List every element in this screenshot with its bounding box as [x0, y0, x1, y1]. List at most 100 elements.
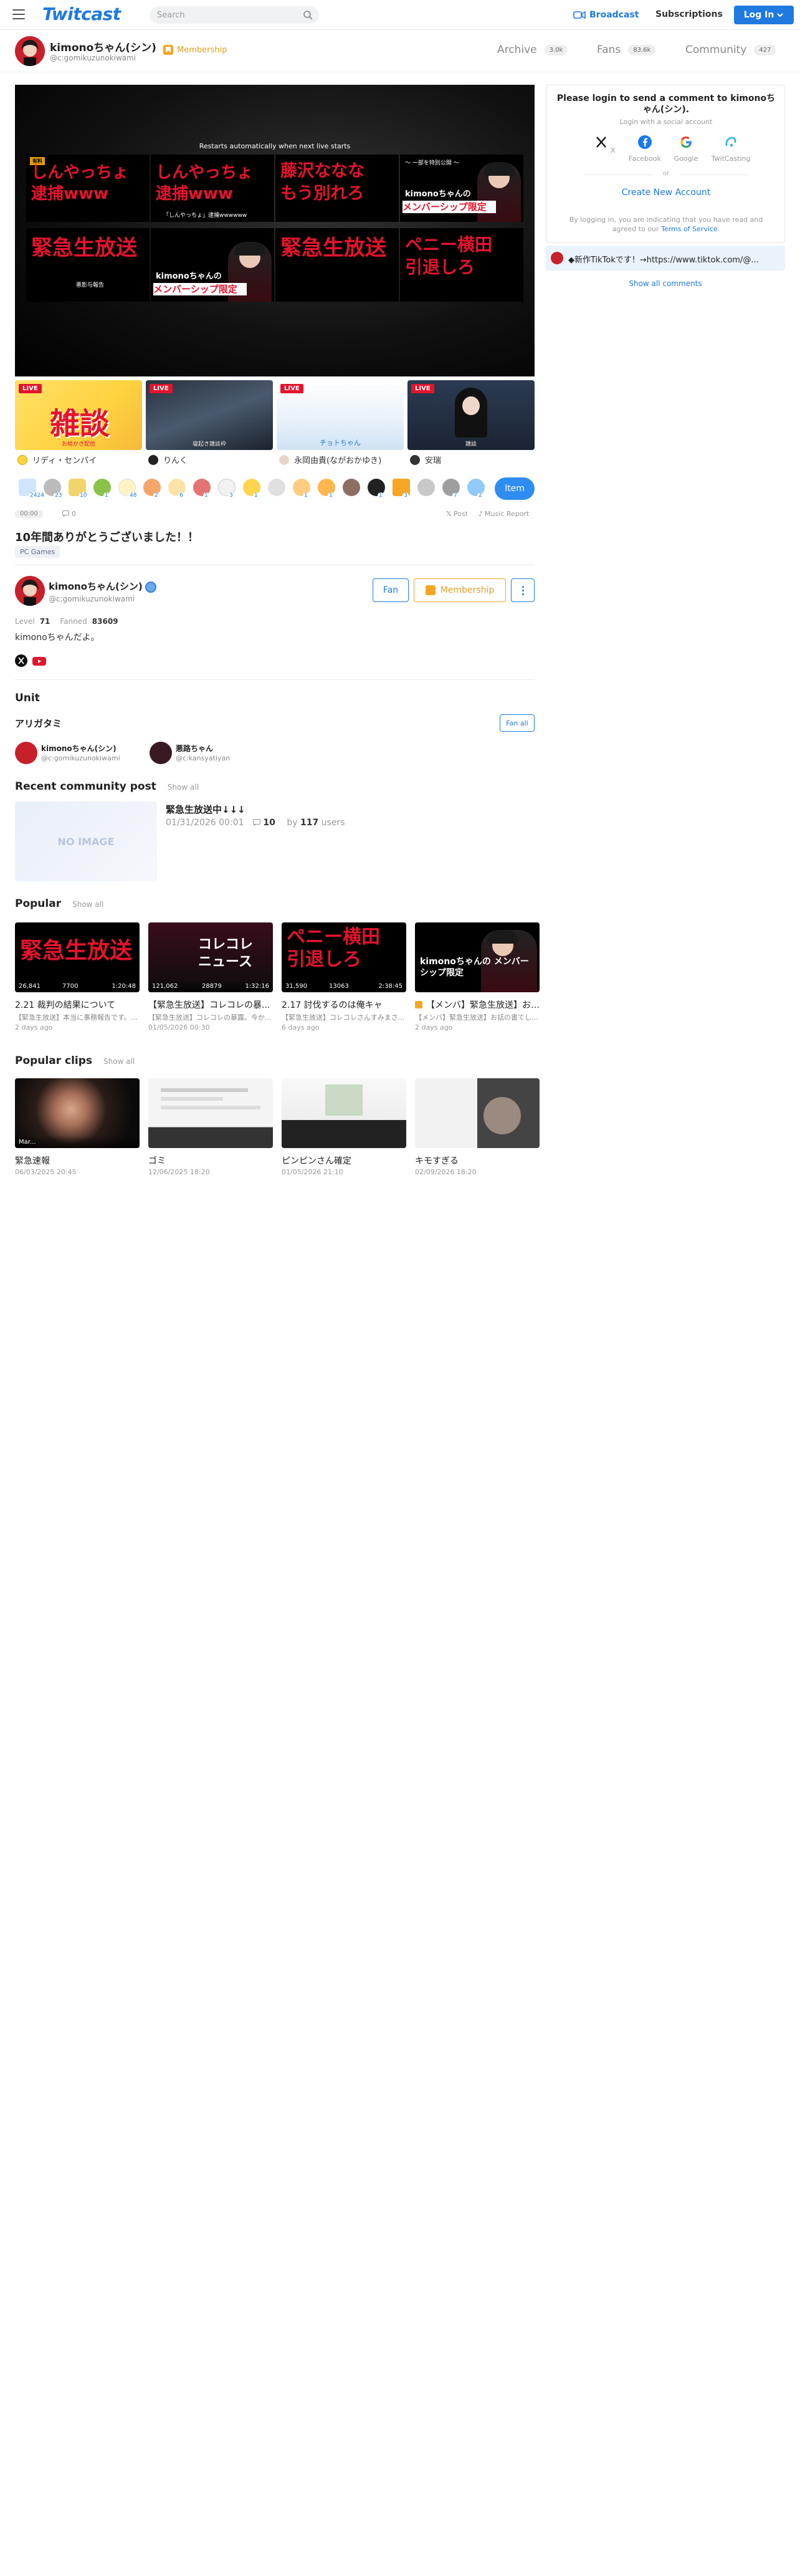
- unit-heading: Unit: [15, 692, 40, 704]
- popular-card[interactable]: コレコレ ニュース 121,062 28879 1:32:16 【緊急生放送】コ…: [148, 922, 273, 1032]
- login-google-label: Google: [674, 155, 698, 163]
- profile-avatar[interactable]: [15, 576, 45, 606]
- tab-fans[interactable]: Fans 83.6k: [597, 44, 656, 56]
- live-card[interactable]: LIVE チョトちゃん 永岡由貴(ながおかゆき): [277, 380, 404, 466]
- top-header: Twitcast Broadcast Subscriptions Log In: [0, 0, 800, 30]
- gift-count: 1: [328, 492, 334, 499]
- live-thumbnail: LIVE 寝起き雑談枠: [146, 380, 273, 450]
- grid-thumb-caption: 悪影与報告: [76, 282, 105, 289]
- search-icon[interactable]: [303, 10, 313, 20]
- grid-thumb-line: メンバーシップ限定: [153, 283, 247, 295]
- login-button[interactable]: Log In: [734, 6, 794, 24]
- terms-end: .: [717, 225, 720, 233]
- fan-button[interactable]: Fan: [373, 578, 409, 602]
- community-show-all[interactable]: Show all: [168, 783, 199, 792]
- popular-card[interactable]: ペニー横田 引退しろ 31,590 13063 2:38:45 2.17 討伐す…: [282, 922, 406, 1032]
- gift-item[interactable]: 1: [239, 476, 264, 501]
- login-google-button[interactable]: Google: [667, 135, 705, 163]
- item-button[interactable]: Item: [495, 477, 535, 500]
- channel-avatar[interactable]: [15, 36, 45, 66]
- card-date: 2 days ago: [15, 1023, 53, 1032]
- create-account-link[interactable]: Create New Account: [546, 188, 786, 198]
- community-post-meta: 01/31/2026 00:01 10 by 117 users: [166, 818, 345, 828]
- gift-item[interactable]: 3: [214, 476, 239, 501]
- card-title: 【緊急生放送】コレコレの暴...: [148, 1000, 270, 1010]
- terms-link[interactable]: Terms of Service: [661, 225, 718, 233]
- community-users-label: users: [321, 818, 345, 828]
- live-user[interactable]: りんく: [163, 454, 188, 466]
- gift-item[interactable]: 7: [439, 476, 464, 501]
- gift-item[interactable]: 1: [90, 476, 115, 501]
- gift-item[interactable]: 2: [140, 476, 164, 501]
- live-card[interactable]: LIVE 寝起き雑談枠 りんく: [146, 380, 273, 466]
- live-user[interactable]: リディ・センパイ: [32, 454, 97, 466]
- popular-card[interactable]: 緊急生放送 26,841 7700 1:20:48 2.21 裁判の結果について…: [15, 922, 140, 1032]
- grid-thumb-line: kimonoちゃんの: [405, 189, 471, 199]
- gift-item[interactable]: 1: [314, 476, 339, 501]
- fan-all-button[interactable]: Fan all: [500, 714, 535, 732]
- gift-item[interactable]: 1: [289, 476, 314, 501]
- member-avatar: [150, 742, 172, 764]
- popular-thumbnail: ペニー横田 引退しろ 31,590 13063 2:38:45: [282, 922, 406, 992]
- community-users-count: 117: [300, 818, 319, 828]
- clip-card[interactable]: ゴミ 12/06/2025 18:20: [148, 1078, 273, 1176]
- x-social-icon[interactable]: [15, 654, 27, 667]
- grid-thumb-line: しんやっちょ: [31, 163, 129, 182]
- search-input[interactable]: [157, 6, 294, 24]
- channel-name[interactable]: kimonoちゃん(シン): [50, 39, 156, 54]
- gift-item[interactable]: 3: [389, 476, 414, 501]
- gift-count: 7: [452, 492, 459, 499]
- category-chip[interactable]: PC Games: [15, 546, 60, 558]
- post-link[interactable]: 𝕏 Post: [446, 510, 468, 518]
- menu-icon[interactable]: [12, 9, 25, 19]
- comment-login-box: Please login to send a comment to kimono…: [546, 85, 785, 243]
- live-user[interactable]: 安瑞: [425, 454, 441, 466]
- login-twitcasting-label: TwitCasting: [711, 155, 751, 163]
- gift-item[interactable]: [264, 476, 289, 501]
- video-player[interactable]: Restarts automatically when next live st…: [15, 85, 535, 376]
- gift-item[interactable]: [339, 476, 364, 501]
- popular-show-all[interactable]: Show all: [72, 900, 103, 909]
- gift-item[interactable]: 10: [65, 476, 90, 501]
- gift-item[interactable]: 1: [189, 476, 214, 501]
- live-meta: 安瑞: [407, 454, 535, 466]
- membership-link[interactable]: Membership: [163, 45, 227, 55]
- gift-item[interactable]: 1: [364, 476, 389, 501]
- gift-item[interactable]: 48: [115, 476, 140, 501]
- grid-thumb: kimonoちゃんの メンバーシップ限定: [151, 228, 274, 302]
- gift-item[interactable]: 2: [464, 476, 488, 501]
- live-user[interactable]: 永岡由貴(ながおかゆき): [294, 454, 381, 466]
- login-facebook-button[interactable]: Facebook: [626, 135, 664, 163]
- subscriptions-link[interactable]: Subscriptions: [655, 9, 723, 19]
- community-post-title[interactable]: 緊急生放送中↓↓↓: [166, 803, 245, 816]
- profile-name[interactable]: kimonoちゃん(シン): [49, 580, 156, 593]
- membership-label: Membership: [177, 45, 227, 55]
- popular-card[interactable]: kimonoちゃんの メンバーシップ限定 【メンバ】緊急生放送】お話... 【メ…: [415, 922, 540, 1032]
- broadcast-button[interactable]: Broadcast: [573, 8, 639, 22]
- clip-card[interactable]: ピンピンさん確定 01/05/2026 21:10: [282, 1078, 406, 1176]
- latest-comment[interactable]: ◆新作TikTokです！→https://www.tiktok.com/@...: [546, 246, 785, 271]
- show-all-comments-link[interactable]: Show all comments: [546, 279, 785, 288]
- clip-card[interactable]: キモすぎる 02/09/2026 18:20: [415, 1078, 540, 1176]
- live-card[interactable]: LIVE 雑談 お絵かき配信 リディ・センパイ: [15, 380, 142, 466]
- live-card[interactable]: LIVE 雑談 安瑞: [407, 380, 535, 466]
- gift-item[interactable]: 23: [40, 476, 65, 501]
- gift-item[interactable]: 6: [164, 476, 189, 501]
- facebook-icon: [638, 135, 652, 149]
- tab-community[interactable]: Community 427: [685, 44, 776, 56]
- login-x-button[interactable]: X: [586, 135, 624, 155]
- more-options-button[interactable]: [511, 578, 535, 602]
- gift-count: 10: [79, 492, 88, 499]
- gift-item[interactable]: [414, 476, 439, 501]
- gift-item[interactable]: 2424: [15, 476, 45, 501]
- membership-button[interactable]: Membership: [414, 578, 506, 602]
- community-post-image[interactable]: NO IMAGE: [15, 802, 157, 881]
- site-logo[interactable]: Twitcast: [42, 4, 121, 24]
- clip-card[interactable]: Mar... 緊急速報 06/03/2025 20:45: [15, 1078, 140, 1176]
- clips-show-all[interactable]: Show all: [103, 1057, 135, 1066]
- tab-archive[interactable]: Archive 3.0k: [497, 44, 568, 56]
- youtube-icon[interactable]: [32, 657, 46, 666]
- music-report-link[interactable]: ♪ Music Report: [479, 510, 529, 518]
- login-twitcasting-button[interactable]: TwitCasting: [707, 135, 755, 163]
- gift-count: 3: [228, 492, 234, 499]
